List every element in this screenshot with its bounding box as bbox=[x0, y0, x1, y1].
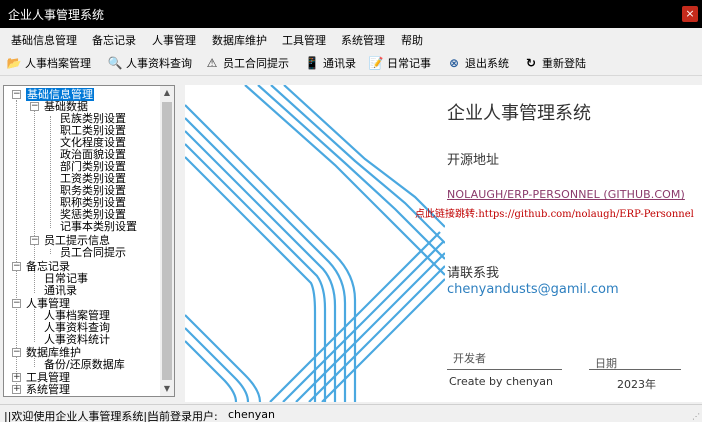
contact-email[interactable]: chenyandusts@gamil.com bbox=[447, 282, 619, 297]
tree-scrollbar[interactable]: ▲ ▼ bbox=[160, 86, 174, 396]
toolbar-label: 人事档案管理 bbox=[25, 57, 91, 70]
scroll-up-icon[interactable]: ▲ bbox=[160, 86, 174, 100]
tree-item-hr-stats[interactable]: 人事资料统计 bbox=[44, 334, 110, 346]
toolbar-label: 通讯录 bbox=[323, 57, 356, 70]
menu-database[interactable]: 数据库维护 bbox=[212, 32, 267, 48]
source-label: 开源地址 bbox=[447, 153, 500, 168]
notepad-icon: 📝 bbox=[368, 56, 384, 70]
title-bar: 企业人事管理系统 × bbox=[0, 0, 702, 28]
collapse-icon[interactable]: − bbox=[12, 348, 21, 357]
contact-label: 请联系我 bbox=[447, 266, 500, 281]
expand-icon[interactable]: + bbox=[12, 373, 21, 382]
tree-connector bbox=[50, 249, 51, 254]
resize-grip-icon[interactable]: ⋰ bbox=[692, 412, 700, 421]
menu-tools[interactable]: 工具管理 bbox=[282, 32, 326, 48]
toolbar-label: 退出系统 bbox=[465, 57, 509, 70]
menu-memo[interactable]: 备忘记录 bbox=[92, 32, 136, 48]
collapse-icon[interactable]: − bbox=[30, 102, 39, 111]
collapse-icon[interactable]: − bbox=[12, 262, 21, 271]
main-panel: 企业人事管理系统 开源地址 NOLAUGH/ERP-PERSONNEL (GIT… bbox=[185, 85, 702, 402]
year-text: 2023年 bbox=[617, 378, 656, 391]
tree-connector bbox=[34, 306, 35, 342]
collapse-icon[interactable]: − bbox=[12, 299, 21, 308]
menu-basic-info[interactable]: 基础信息管理 bbox=[11, 32, 77, 48]
toolbar-contacts-button[interactable]: 📱 通讯录 bbox=[304, 54, 356, 72]
scroll-thumb[interactable] bbox=[162, 102, 172, 380]
divider bbox=[447, 369, 562, 370]
toolbar-label: 员工合同提示 bbox=[223, 57, 289, 70]
close-icon[interactable]: × bbox=[682, 6, 698, 22]
app-title: 企业人事管理系统 bbox=[447, 103, 591, 124]
expand-icon[interactable]: + bbox=[12, 385, 21, 394]
refresh-icon: ↻ bbox=[525, 56, 537, 70]
warning-icon: ⚠ bbox=[206, 56, 218, 70]
jump-link-text[interactable]: 点此链接跳转:https://github.com/nolaugh/ERP-Pe… bbox=[415, 205, 694, 220]
repo-link[interactable]: NOLAUGH/ERP-PERSONNEL (GITHUB.COM) bbox=[447, 188, 685, 201]
current-user-label: 当前登录用户: bbox=[148, 410, 218, 422]
tree-node-system[interactable]: 系统管理 bbox=[26, 384, 70, 396]
tree-item-contacts[interactable]: 通讯录 bbox=[44, 285, 77, 297]
toolbar-contract-tip-button[interactable]: ⚠ 员工合同提示 bbox=[204, 54, 289, 72]
developer-label: 开发者 bbox=[453, 352, 486, 365]
toolbar-hr-query-button[interactable]: 🔍 人事资料查询 bbox=[107, 54, 192, 72]
exit-icon: ⊗ bbox=[448, 56, 460, 70]
toolbar-hr-archive-button[interactable]: 📂 人事档案管理 bbox=[6, 54, 91, 72]
welcome-text: ||欢迎使用企业人事管理系统|| bbox=[4, 410, 151, 422]
current-user-value: chenyan bbox=[228, 408, 275, 421]
toolbar-label: 日常记事 bbox=[387, 57, 431, 70]
navigation-tree[interactable]: − 基础信息管理 − 基础数据 民族类别设置 职工类别设置 文化程度设置 政治面… bbox=[3, 85, 175, 397]
scroll-down-icon[interactable]: ▼ bbox=[160, 382, 174, 396]
tree-item-notebook[interactable]: 记事本类别设置 bbox=[60, 221, 137, 233]
toolbar-daily-notes-button[interactable]: 📝 日常记事 bbox=[368, 54, 431, 72]
toolbar-label: 人事资料查询 bbox=[126, 57, 192, 70]
decorative-stripes bbox=[185, 85, 445, 402]
menu-bar: 基础信息管理 备忘记录 人事管理 数据库维护 工具管理 系统管理 帮助 bbox=[0, 28, 702, 50]
tree-item-backup-restore[interactable]: 备份/还原数据库 bbox=[44, 359, 125, 371]
folder-open-icon: 📂 bbox=[6, 56, 22, 70]
creator-text: Create by chenyan bbox=[449, 375, 554, 388]
phone-icon: 📱 bbox=[304, 56, 320, 70]
window-title: 企业人事管理系统 bbox=[8, 8, 105, 22]
toolbar-relogin-button[interactable]: ↻ 重新登陆 bbox=[523, 54, 586, 72]
toolbar-label: 重新登陆 bbox=[542, 57, 586, 70]
status-bar: ||欢迎使用企业人事管理系统|| 当前登录用户: chenyan ⋰ bbox=[0, 404, 702, 422]
menu-hr[interactable]: 人事管理 bbox=[152, 32, 196, 48]
collapse-icon[interactable]: − bbox=[12, 90, 21, 99]
toolbar-exit-button[interactable]: ⊗ 退出系统 bbox=[446, 54, 509, 72]
tree-item-contract-tip[interactable]: 员工合同提示 bbox=[60, 247, 126, 259]
magnifier-icon: 🔍 bbox=[107, 56, 123, 70]
tree-connector bbox=[50, 116, 51, 228]
divider bbox=[589, 369, 681, 370]
menu-help[interactable]: 帮助 bbox=[401, 32, 423, 48]
collapse-icon[interactable]: − bbox=[30, 236, 39, 245]
menu-system[interactable]: 系统管理 bbox=[341, 32, 385, 48]
toolbar: 📂 人事档案管理 🔍 人事资料查询 ⚠ 员工合同提示 📱 通讯录 📝 日常记事 … bbox=[0, 50, 702, 76]
